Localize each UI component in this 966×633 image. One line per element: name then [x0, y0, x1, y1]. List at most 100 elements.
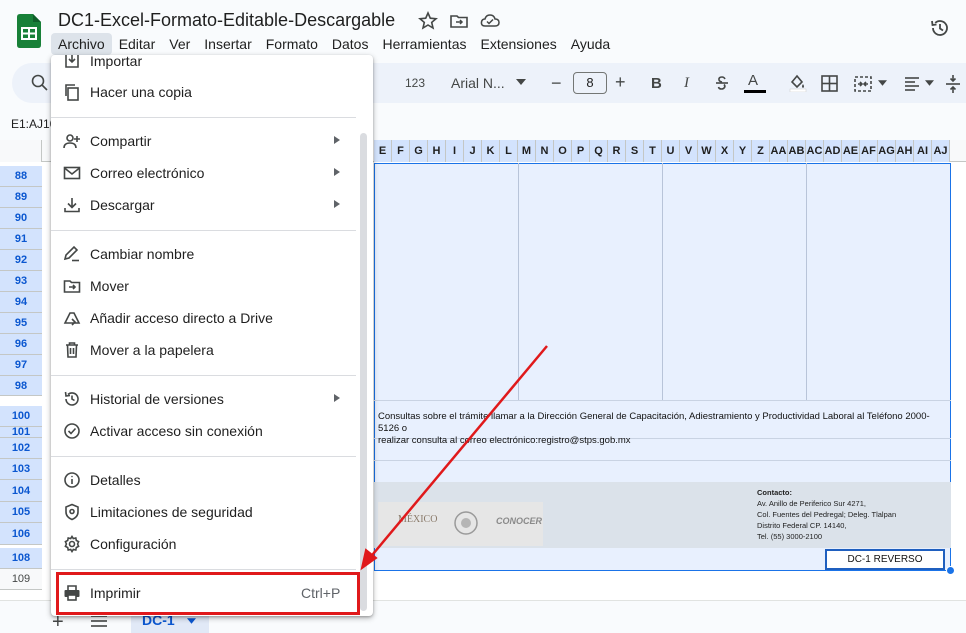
row-header[interactable]: 106	[0, 523, 42, 545]
menu-item-papelera[interactable]: Mover a la papelera	[51, 334, 361, 366]
bold-button[interactable]: B	[651, 75, 662, 92]
sheet-tab-dropdown-icon[interactable]	[187, 618, 196, 624]
menu-insertar[interactable]: Insertar	[197, 33, 258, 55]
column-header[interactable]: W	[698, 140, 716, 162]
row-header[interactable]: 88	[0, 166, 42, 187]
fill-color-icon[interactable]	[787, 72, 807, 92]
row-header[interactable]: 101	[0, 427, 42, 438]
column-header[interactable]: AH	[896, 140, 914, 162]
menu-item-sin-conexion[interactable]: Activar acceso sin conexión	[51, 415, 361, 447]
menu-item-limitaciones[interactable]: Limitaciones de seguridad	[51, 496, 361, 528]
column-header[interactable]: AD	[824, 140, 842, 162]
menu-editar[interactable]: Editar	[112, 33, 163, 55]
menu-item-historial[interactable]: Historial de versiones	[51, 383, 361, 415]
row-header[interactable]: 95	[0, 313, 42, 334]
row-header[interactable]: 102	[0, 438, 42, 459]
increase-font-size-button[interactable]: +	[615, 72, 626, 93]
menu-archivo[interactable]: Archivo	[51, 33, 112, 55]
column-header[interactable]: AG	[878, 140, 896, 162]
column-header[interactable]: N	[536, 140, 554, 162]
column-header[interactable]: P	[572, 140, 590, 162]
column-header[interactable]: H	[428, 140, 446, 162]
more-formats-button[interactable]: 123	[405, 76, 425, 90]
column-header[interactable]: R	[608, 140, 626, 162]
all-sheets-icon[interactable]	[90, 614, 108, 628]
column-header[interactable]: F	[392, 140, 410, 162]
row-header[interactable]: 90	[0, 208, 42, 229]
row-header[interactable]: 94	[0, 292, 42, 313]
menu-item-compartir[interactable]: Compartir	[51, 125, 361, 157]
column-header[interactable]: AF	[860, 140, 878, 162]
merge-dropdown-arrow-icon[interactable]	[878, 80, 887, 86]
column-header[interactable]: AI	[914, 140, 932, 162]
menu-item-acceso-directo[interactable]: Añadir acceso directo a Drive	[51, 302, 361, 334]
column-header[interactable]: V	[680, 140, 698, 162]
menu-item-detalles[interactable]: Detalles	[51, 464, 361, 496]
move-folder-icon[interactable]	[449, 11, 469, 31]
sheets-logo-icon[interactable]	[17, 14, 41, 48]
cloud-status-icon[interactable]	[480, 11, 500, 31]
row-header[interactable]: 105	[0, 502, 42, 523]
column-header[interactable]: E	[374, 140, 392, 162]
column-header[interactable]: J	[464, 140, 482, 162]
column-header[interactable]: AB	[788, 140, 806, 162]
row-header[interactable]: 96	[0, 334, 42, 355]
font-family-select[interactable]: Arial N...	[451, 75, 505, 91]
column-header[interactable]: K	[482, 140, 500, 162]
italic-button[interactable]: I	[684, 75, 689, 92]
column-header[interactable]: AA	[770, 140, 788, 162]
font-size-input[interactable]: 8	[573, 72, 607, 94]
menu-scrollbar[interactable]	[360, 133, 367, 611]
column-header[interactable]: T	[644, 140, 662, 162]
row-header[interactable]: 100	[0, 406, 42, 427]
row-header[interactable]: 92	[0, 250, 42, 271]
column-header[interactable]: U	[662, 140, 680, 162]
menu-ver[interactable]: Ver	[162, 33, 197, 55]
column-header[interactable]: I	[446, 140, 464, 162]
menu-item-hacer-copia[interactable]: Hacer una copia	[51, 76, 361, 108]
menu-item-mover[interactable]: Mover	[51, 270, 361, 302]
selection-fill-handle[interactable]	[946, 566, 955, 575]
column-header[interactable]: AC	[806, 140, 824, 162]
row-header[interactable]: 97	[0, 355, 42, 376]
column-header[interactable]: Q	[590, 140, 608, 162]
row-header[interactable]: 103	[0, 459, 42, 480]
menu-item-descargar[interactable]: Descargar	[51, 189, 361, 221]
version-history-icon[interactable]	[929, 17, 951, 39]
column-header[interactable]: X	[716, 140, 734, 162]
document-title[interactable]: DC1-Excel-Formato-Editable-Descargable	[58, 10, 395, 31]
menu-item-configuracion[interactable]: Configuración	[51, 528, 361, 560]
menu-item-importar[interactable]: Importar	[51, 55, 361, 77]
column-header[interactable]: Y	[734, 140, 752, 162]
menu-item-correo[interactable]: Correo electrónico	[51, 157, 361, 189]
column-header[interactable]: Z	[752, 140, 770, 162]
merge-cells-icon[interactable]	[853, 74, 873, 94]
name-box[interactable]: E1:AJ10	[11, 117, 56, 131]
row-header[interactable]: 93	[0, 271, 42, 292]
row-header[interactable]: 104	[0, 480, 42, 502]
menu-item-cambiar-nombre[interactable]: Cambiar nombre	[51, 238, 361, 270]
menu-herramientas[interactable]: Herramientas	[375, 33, 473, 55]
search-menus-icon[interactable]	[30, 73, 50, 93]
row-header[interactable]: 98	[0, 376, 42, 396]
borders-icon[interactable]	[821, 75, 838, 92]
menu-datos[interactable]: Datos	[325, 33, 376, 55]
select-all-corner[interactable]	[0, 140, 42, 162]
row-header[interactable]: 91	[0, 229, 42, 250]
decrease-font-size-button[interactable]: −	[551, 73, 562, 94]
column-header[interactable]: L	[500, 140, 518, 162]
menu-ayuda[interactable]: Ayuda	[564, 33, 617, 55]
vertical-align-icon[interactable]	[944, 73, 962, 95]
column-header[interactable]: AE	[842, 140, 860, 162]
menu-formato[interactable]: Formato	[259, 33, 325, 55]
column-header[interactable]: S	[626, 140, 644, 162]
strikethrough-icon[interactable]	[713, 74, 731, 92]
row-header[interactable]: 109	[0, 569, 42, 590]
text-color-button[interactable]: A	[748, 72, 758, 89]
row-header[interactable]: 89	[0, 187, 42, 208]
column-header[interactable]: O	[554, 140, 572, 162]
menu-extensiones[interactable]: Extensiones	[473, 33, 563, 55]
column-header[interactable]: AJ	[932, 140, 950, 162]
star-icon[interactable]	[418, 11, 438, 31]
align-dropdown-arrow-icon[interactable]	[925, 80, 934, 86]
